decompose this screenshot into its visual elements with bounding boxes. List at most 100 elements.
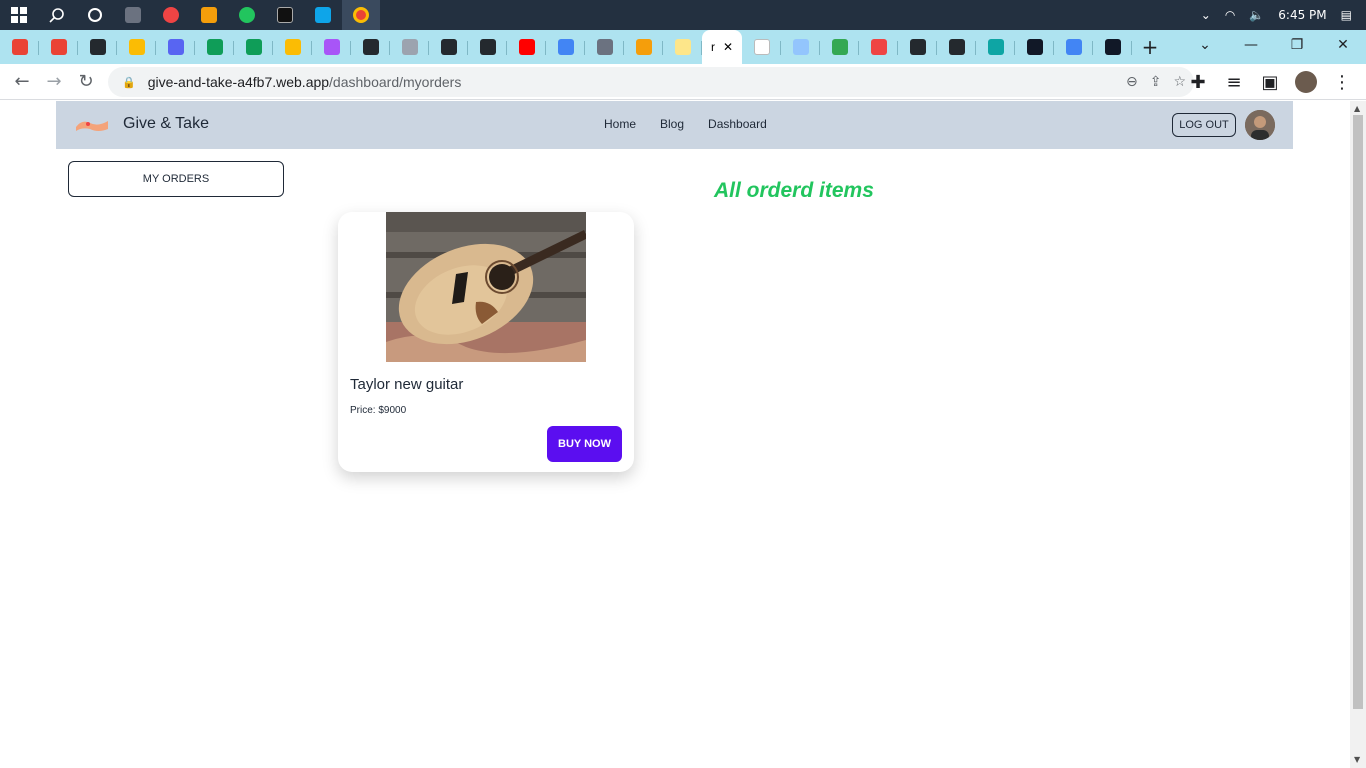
tab-favicon-icon	[167, 39, 184, 55]
chrome-menu-icon[interactable]: ⋮	[1326, 66, 1358, 98]
browser-tab[interactable]	[663, 32, 702, 62]
extensions-icon[interactable]: ✚	[1182, 66, 1214, 98]
forward-icon[interactable]: →	[38, 66, 70, 98]
user-avatar[interactable]	[1245, 110, 1275, 140]
nav-dashboard[interactable]: Dashboard	[708, 117, 767, 131]
tab-favicon-icon	[518, 39, 535, 55]
tab-favicon-icon	[401, 39, 418, 55]
browser-tab[interactable]	[546, 32, 585, 62]
active-tab[interactable]: r ✕	[702, 30, 742, 64]
browser-tab[interactable]	[273, 32, 312, 62]
tab-favicon-icon	[479, 39, 496, 55]
browser-tab[interactable]	[507, 32, 546, 62]
scroll-up-icon[interactable]: ▲	[1354, 104, 1362, 113]
tab-favicon-icon	[753, 39, 770, 55]
brand-name[interactable]: Give & Take	[123, 115, 209, 133]
tab-favicon-icon	[284, 39, 301, 55]
notification-icon[interactable]: ▤	[1341, 8, 1352, 22]
volume-icon[interactable]: 🔈	[1249, 8, 1264, 22]
tab-favicon-icon	[870, 39, 887, 55]
site-navbar: Give & Take Home Blog Dashboard LOG OUT	[56, 101, 1293, 149]
browser-tab[interactable]	[1054, 32, 1093, 62]
page-scrollbar[interactable]: ▲ ▼	[1350, 101, 1366, 768]
side-panel-icon[interactable]: ▣	[1254, 66, 1286, 98]
system-tray: ⌄ ◠ 🔈 6:45 PM ▤	[1201, 0, 1366, 30]
media-icon[interactable]	[152, 0, 190, 30]
url-text[interactable]: give-and-take-a4fb7.web.app/dashboard/my…	[148, 74, 462, 90]
scroll-down-icon[interactable]: ▼	[1354, 755, 1362, 764]
scroll-thumb[interactable]	[1353, 115, 1363, 709]
chrome-icon[interactable]	[342, 0, 380, 30]
browser-tab[interactable]	[429, 32, 468, 62]
nav-home[interactable]: Home	[604, 117, 636, 131]
tab-favicon-icon	[635, 39, 652, 55]
browser-tab[interactable]	[781, 32, 820, 62]
browser-tab[interactable]	[390, 32, 429, 62]
share-icon[interactable]: ⇪	[1150, 74, 1162, 90]
file-explorer-icon[interactable]	[190, 0, 228, 30]
tab-favicon-icon	[323, 39, 340, 55]
tab-favicon-icon	[440, 39, 457, 55]
browser-tab[interactable]	[312, 32, 351, 62]
browser-tab[interactable]	[624, 32, 663, 62]
tab-search-icon[interactable]: ⌄	[1182, 30, 1228, 60]
browser-tab[interactable]	[78, 32, 117, 62]
media-control-icon[interactable]: ≡	[1218, 66, 1250, 98]
tab-favicon-icon	[245, 39, 262, 55]
my-orders-button[interactable]: MY ORDERS	[68, 161, 284, 197]
browser-tab[interactable]	[1015, 32, 1054, 62]
tab-favicon-icon	[89, 39, 106, 55]
clock-time[interactable]: 6:45 PM	[1278, 8, 1326, 22]
vscode-icon[interactable]	[304, 0, 342, 30]
restore-icon[interactable]: ❐	[1274, 30, 1320, 60]
buy-now-button[interactable]: BUY NOW	[547, 426, 622, 462]
logout-button[interactable]: LOG OUT	[1172, 113, 1236, 137]
browser-tab[interactable]	[351, 32, 390, 62]
tab-favicon-icon	[596, 39, 613, 55]
browser-tab[interactable]	[820, 32, 859, 62]
wifi-icon[interactable]: ◠	[1225, 8, 1235, 22]
active-tab-title: r	[710, 40, 715, 54]
tab-strip: r ✕ +	[0, 30, 1366, 64]
close-icon[interactable]: ✕	[1320, 30, 1366, 60]
reload-icon[interactable]: ↻	[70, 66, 102, 98]
tab-favicon-icon	[128, 39, 145, 55]
browser-tab[interactable]	[859, 32, 898, 62]
terminal-icon[interactable]	[266, 0, 304, 30]
browser-tab[interactable]	[976, 32, 1015, 62]
edge-icon[interactable]	[228, 0, 266, 30]
profile-avatar[interactable]	[1290, 66, 1322, 98]
tab-close-icon[interactable]: ✕	[723, 40, 733, 54]
browser-tab[interactable]	[195, 32, 234, 62]
search-icon[interactable]	[38, 0, 76, 30]
window-controls: ⌄ — ❐ ✕	[1182, 30, 1366, 60]
brand-logo[interactable]	[74, 115, 110, 135]
chevron-up-icon[interactable]: ⌄	[1201, 8, 1211, 22]
browser-tab[interactable]	[156, 32, 195, 62]
browser-tab[interactable]	[1093, 32, 1132, 62]
new-tab-icon[interactable]: +	[1132, 32, 1168, 62]
browser-tab[interactable]	[898, 32, 937, 62]
windows-taskbar: ⌄ ◠ 🔈 6:45 PM ▤	[0, 0, 1366, 30]
browser-tab[interactable]	[0, 32, 39, 62]
zoom-icon[interactable]: ⊖	[1126, 74, 1138, 90]
browser-tab[interactable]	[234, 32, 273, 62]
browser-tab[interactable]	[937, 32, 976, 62]
browser-tab[interactable]	[742, 32, 781, 62]
calculator-icon[interactable]	[114, 0, 152, 30]
browser-toolbar: ← → ↻ 🔒 give-and-take-a4fb7.web.app/dash…	[0, 64, 1366, 100]
cortana-icon[interactable]	[76, 0, 114, 30]
browser-tab[interactable]	[468, 32, 507, 62]
browser-tab[interactable]	[117, 32, 156, 62]
minimize-icon[interactable]: —	[1228, 30, 1274, 60]
tab-favicon-icon	[909, 39, 926, 55]
lock-icon[interactable]: 🔒	[122, 76, 136, 89]
browser-tab[interactable]	[585, 32, 624, 62]
back-icon[interactable]: ←	[6, 66, 38, 98]
nav-blog[interactable]: Blog	[660, 117, 684, 131]
browser-tab[interactable]	[39, 32, 78, 62]
guitar-image	[386, 212, 586, 362]
tab-favicon-icon	[792, 39, 809, 55]
windows-start-icon[interactable]	[0, 0, 38, 30]
address-bar[interactable]: 🔒 give-and-take-a4fb7.web.app/dashboard/…	[108, 67, 1194, 97]
